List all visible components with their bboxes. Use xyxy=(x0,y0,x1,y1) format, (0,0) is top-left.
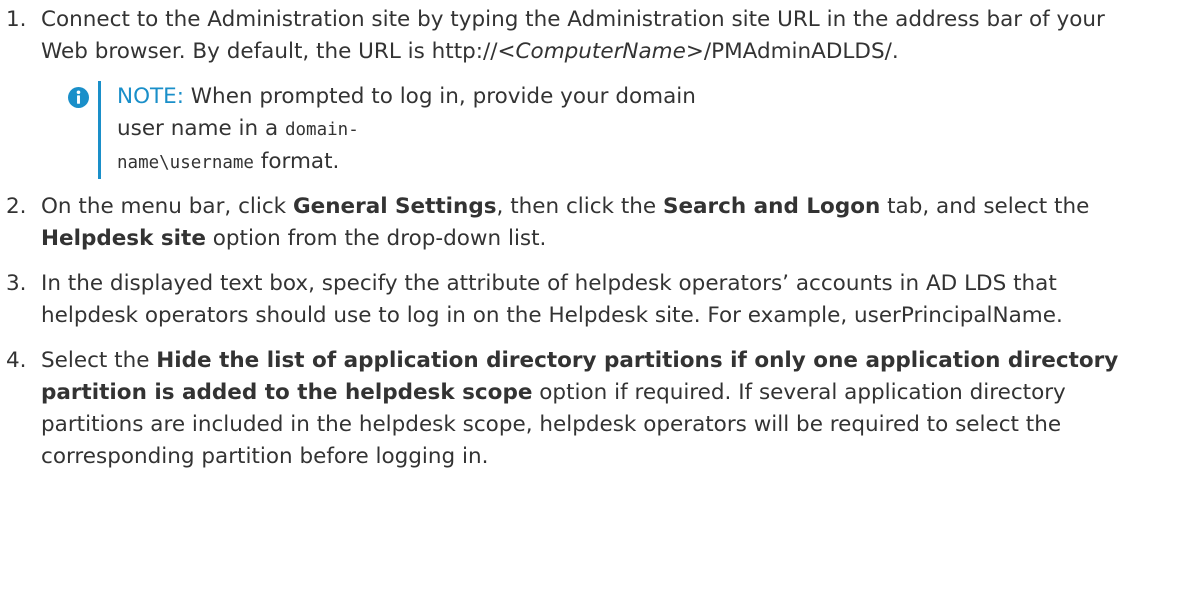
note-body: NOTE: When prompted to log in, provide y… xyxy=(98,81,737,179)
note-callout: NOTE: When prompted to log in, provide y… xyxy=(68,81,1178,179)
helpdesk-site-label: Helpdesk site xyxy=(41,226,206,251)
step-3: 3. In the displayed text box, specify th… xyxy=(0,268,1178,332)
step-text: Connect to the Administration site by ty… xyxy=(41,7,1105,64)
document-page: 1. Connect to the Administration site by… xyxy=(0,0,1178,589)
general-settings-label: General Settings xyxy=(292,194,497,219)
step-text: On the menu bar, click General Settings,… xyxy=(41,194,1090,251)
step-2: 2. On the menu bar, click General Settin… xyxy=(0,191,1178,255)
step-number: 3. xyxy=(6,271,27,296)
step-number: 1. xyxy=(6,7,27,32)
computer-name-placeholder: ComputerName xyxy=(515,39,686,64)
step-1: 1. Connect to the Administration site by… xyxy=(0,4,1178,68)
note-label: NOTE: xyxy=(117,84,184,109)
step-text: In the displayed text box, specify the a… xyxy=(41,271,1063,328)
search-and-logon-label: Search and Logon xyxy=(662,194,881,219)
step-number: 4. xyxy=(6,348,27,373)
step-4: 4. Select the Hide the list of applicati… xyxy=(0,345,1178,473)
info-icon xyxy=(68,87,89,108)
step-number: 2. xyxy=(6,194,27,219)
step-text: Select the Hide the list of application … xyxy=(41,348,1119,469)
